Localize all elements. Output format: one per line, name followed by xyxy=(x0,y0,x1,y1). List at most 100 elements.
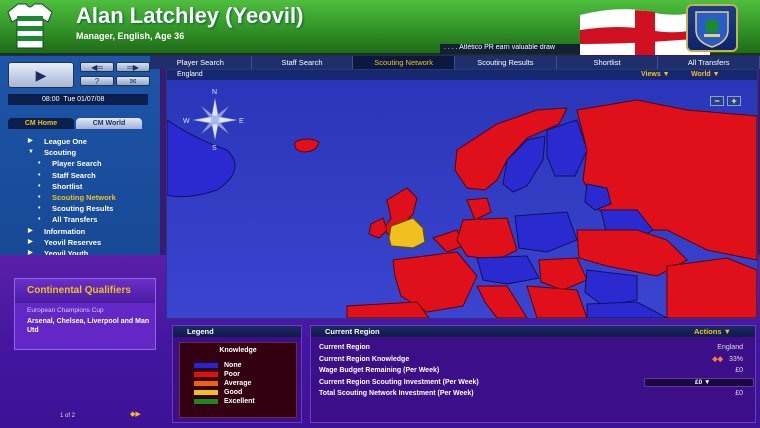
game-time: 08:00 xyxy=(42,96,60,103)
sidebar-item-label: Player Search xyxy=(52,159,102,169)
compass-north-label: N xyxy=(212,89,217,96)
competition-name: European Champions Cup xyxy=(27,307,104,314)
sidebar-item-label: Staff Search xyxy=(52,170,96,180)
views-dropdown[interactable]: Views ▼ xyxy=(641,70,670,80)
zoom-controls: − + xyxy=(710,96,741,106)
sidebar-item-label: All Transfers xyxy=(52,215,98,225)
play-icon: ▶ xyxy=(35,66,47,83)
compass-east-label: E xyxy=(239,118,244,125)
legend-item: Good xyxy=(194,388,242,396)
caucasus-region[interactable] xyxy=(666,257,757,318)
tab-all-transfers[interactable]: All Transfers xyxy=(658,56,760,69)
sidebar-item-label: Information xyxy=(44,226,86,236)
sidebar-item-scouting-network[interactable]: • Scouting Network xyxy=(14,192,154,203)
zoom-out-button[interactable]: − xyxy=(710,96,724,106)
tab-player-search[interactable]: Player Search xyxy=(150,56,252,69)
news-ticker[interactable]: . . . . Atlético PR earn valuable draw xyxy=(440,44,580,54)
help-button[interactable]: ? xyxy=(80,76,114,86)
region-row-value: £0 xyxy=(735,367,743,374)
world-dropdown[interactable]: World ▼ xyxy=(691,70,720,80)
manager-name: Alan Latchley (Yeovil) xyxy=(76,3,304,28)
legend-swatch xyxy=(194,389,218,395)
region-row: Current Region Knowledge ◆◆ 33% xyxy=(319,354,751,365)
mail-icon: ✉ xyxy=(129,77,137,86)
sidebar-item-yeovil-reserves[interactable]: ▶ Yeovil Reserves xyxy=(14,237,154,248)
legend-item: Excellent xyxy=(194,397,255,405)
forward-button[interactable]: ═▶ xyxy=(116,62,150,72)
inbox-button[interactable]: ✉ xyxy=(116,76,150,86)
legend-swatch xyxy=(194,398,218,404)
sidebar-item-scouting[interactable]: ▼ Scouting xyxy=(14,147,154,158)
chevron-down-icon: ▼ xyxy=(28,149,34,156)
legend-label: Excellent xyxy=(224,397,255,405)
sidebar-item-label: League One xyxy=(44,137,87,146)
austria-region[interactable] xyxy=(476,255,540,285)
legend-header: Legend xyxy=(173,326,301,337)
region-row: Current Region England xyxy=(319,342,751,353)
navigation-tree: ▶ League One ▼ Scouting • Player Search • Staff… xyxy=(14,136,154,270)
sidebar-item-player-search[interactable]: • Player Search xyxy=(14,158,154,169)
sidebar-item-information[interactable]: ▶ Information xyxy=(14,226,154,237)
chevron-right-icon: ▶ xyxy=(28,238,33,245)
region-row-value: 33% xyxy=(728,355,743,363)
legend-swatch xyxy=(194,371,218,377)
bullet-icon: • xyxy=(38,182,41,190)
sidebar-item-label: Shortlist xyxy=(52,181,83,191)
continental-qualifiers-panel: Continental Qualifiers European Champion… xyxy=(14,278,156,350)
bullet-icon: • xyxy=(38,171,41,179)
legend-title: Knowledge xyxy=(219,347,257,354)
forward-arrow-icon: ═▶ xyxy=(127,63,139,72)
legend-panel: Legend Knowledge None Poor Average Good Exce… xyxy=(172,325,302,423)
game-day: Tue 01/07/08 xyxy=(63,96,105,103)
pager-text: 1 of 2 xyxy=(60,413,76,419)
zoom-in-button[interactable]: + xyxy=(727,96,741,106)
legend-item: Average xyxy=(194,379,251,387)
current-region-panel: Current Region Actions ▼ Current Region E… xyxy=(310,325,756,423)
tab-cm-world[interactable]: CM World xyxy=(76,118,142,129)
sidebar-item-staff-search[interactable]: • Staff Search xyxy=(14,170,154,181)
sidebar-item-league-one[interactable]: ▶ League One xyxy=(14,136,154,147)
sidebar-item-shortlist[interactable]: • Shortlist xyxy=(14,181,154,192)
tab-shortlist[interactable]: Shortlist xyxy=(557,56,659,69)
compass-south-label: S xyxy=(212,145,217,152)
tab-staff-search[interactable]: Staff Search xyxy=(252,56,354,69)
actions-dropdown[interactable]: Actions ▼ xyxy=(694,326,731,337)
germany-region[interactable] xyxy=(456,217,518,261)
next-page-icon[interactable]: ◆▶ xyxy=(130,410,146,420)
map-toolbar: England Views ▼ World ▼ xyxy=(167,70,757,80)
region-header-label: Current Region xyxy=(325,327,380,336)
sidebar-item-label: Scouting Network xyxy=(52,192,116,202)
region-row-value: England xyxy=(717,344,743,351)
sidebar-item-all-transfers[interactable]: • All Transfers xyxy=(14,214,154,225)
legend-swatch xyxy=(194,380,218,386)
bullet-icon: • xyxy=(38,205,41,213)
tab-scouting-network[interactable]: Scouting Network xyxy=(353,56,456,69)
legend-label: Good xyxy=(224,388,243,396)
scouting-investment-select[interactable]: £0 ▼ xyxy=(644,377,754,387)
continental-qualifiers-title: Continental Qualifiers xyxy=(15,279,155,303)
sidebar-item-scouting-results[interactable]: • Scouting Results xyxy=(14,203,154,214)
bullet-icon: • xyxy=(38,193,41,201)
legend-item: None xyxy=(194,361,242,369)
legend-label: Poor xyxy=(224,370,240,378)
map-region-label: England xyxy=(177,71,203,78)
region-row: Current Region Scouting Investment (Per … xyxy=(319,377,754,388)
bullet-icon: • xyxy=(38,160,41,168)
chevron-right-icon: ▶ xyxy=(28,138,33,144)
tab-scouting-results[interactable]: Scouting Results xyxy=(455,56,557,69)
continue-button[interactable]: ▶ xyxy=(8,62,74,88)
legend-item: Poor xyxy=(194,370,240,378)
legend-box: Knowledge None Poor Average Good Excellent xyxy=(179,342,297,418)
europe-map[interactable]: N S E W xyxy=(167,80,757,318)
back-button[interactable]: ◀═ xyxy=(80,62,114,72)
game-date: 08:00 Tue 01/07/08 xyxy=(8,94,148,105)
tab-cm-home[interactable]: CM Home xyxy=(8,118,74,129)
region-row-label: Current Region Scouting Investment (Per … xyxy=(319,378,479,386)
back-arrow-icon: ◀═ xyxy=(91,63,103,72)
club-badge-icon[interactable] xyxy=(686,4,738,52)
legend-swatch xyxy=(194,362,218,368)
compass-west-label: W xyxy=(183,118,190,125)
team-shirt-icon xyxy=(7,3,53,49)
knowledge-trend-icon: ◆◆ xyxy=(712,355,723,363)
region-row-value: £0 xyxy=(735,390,743,397)
